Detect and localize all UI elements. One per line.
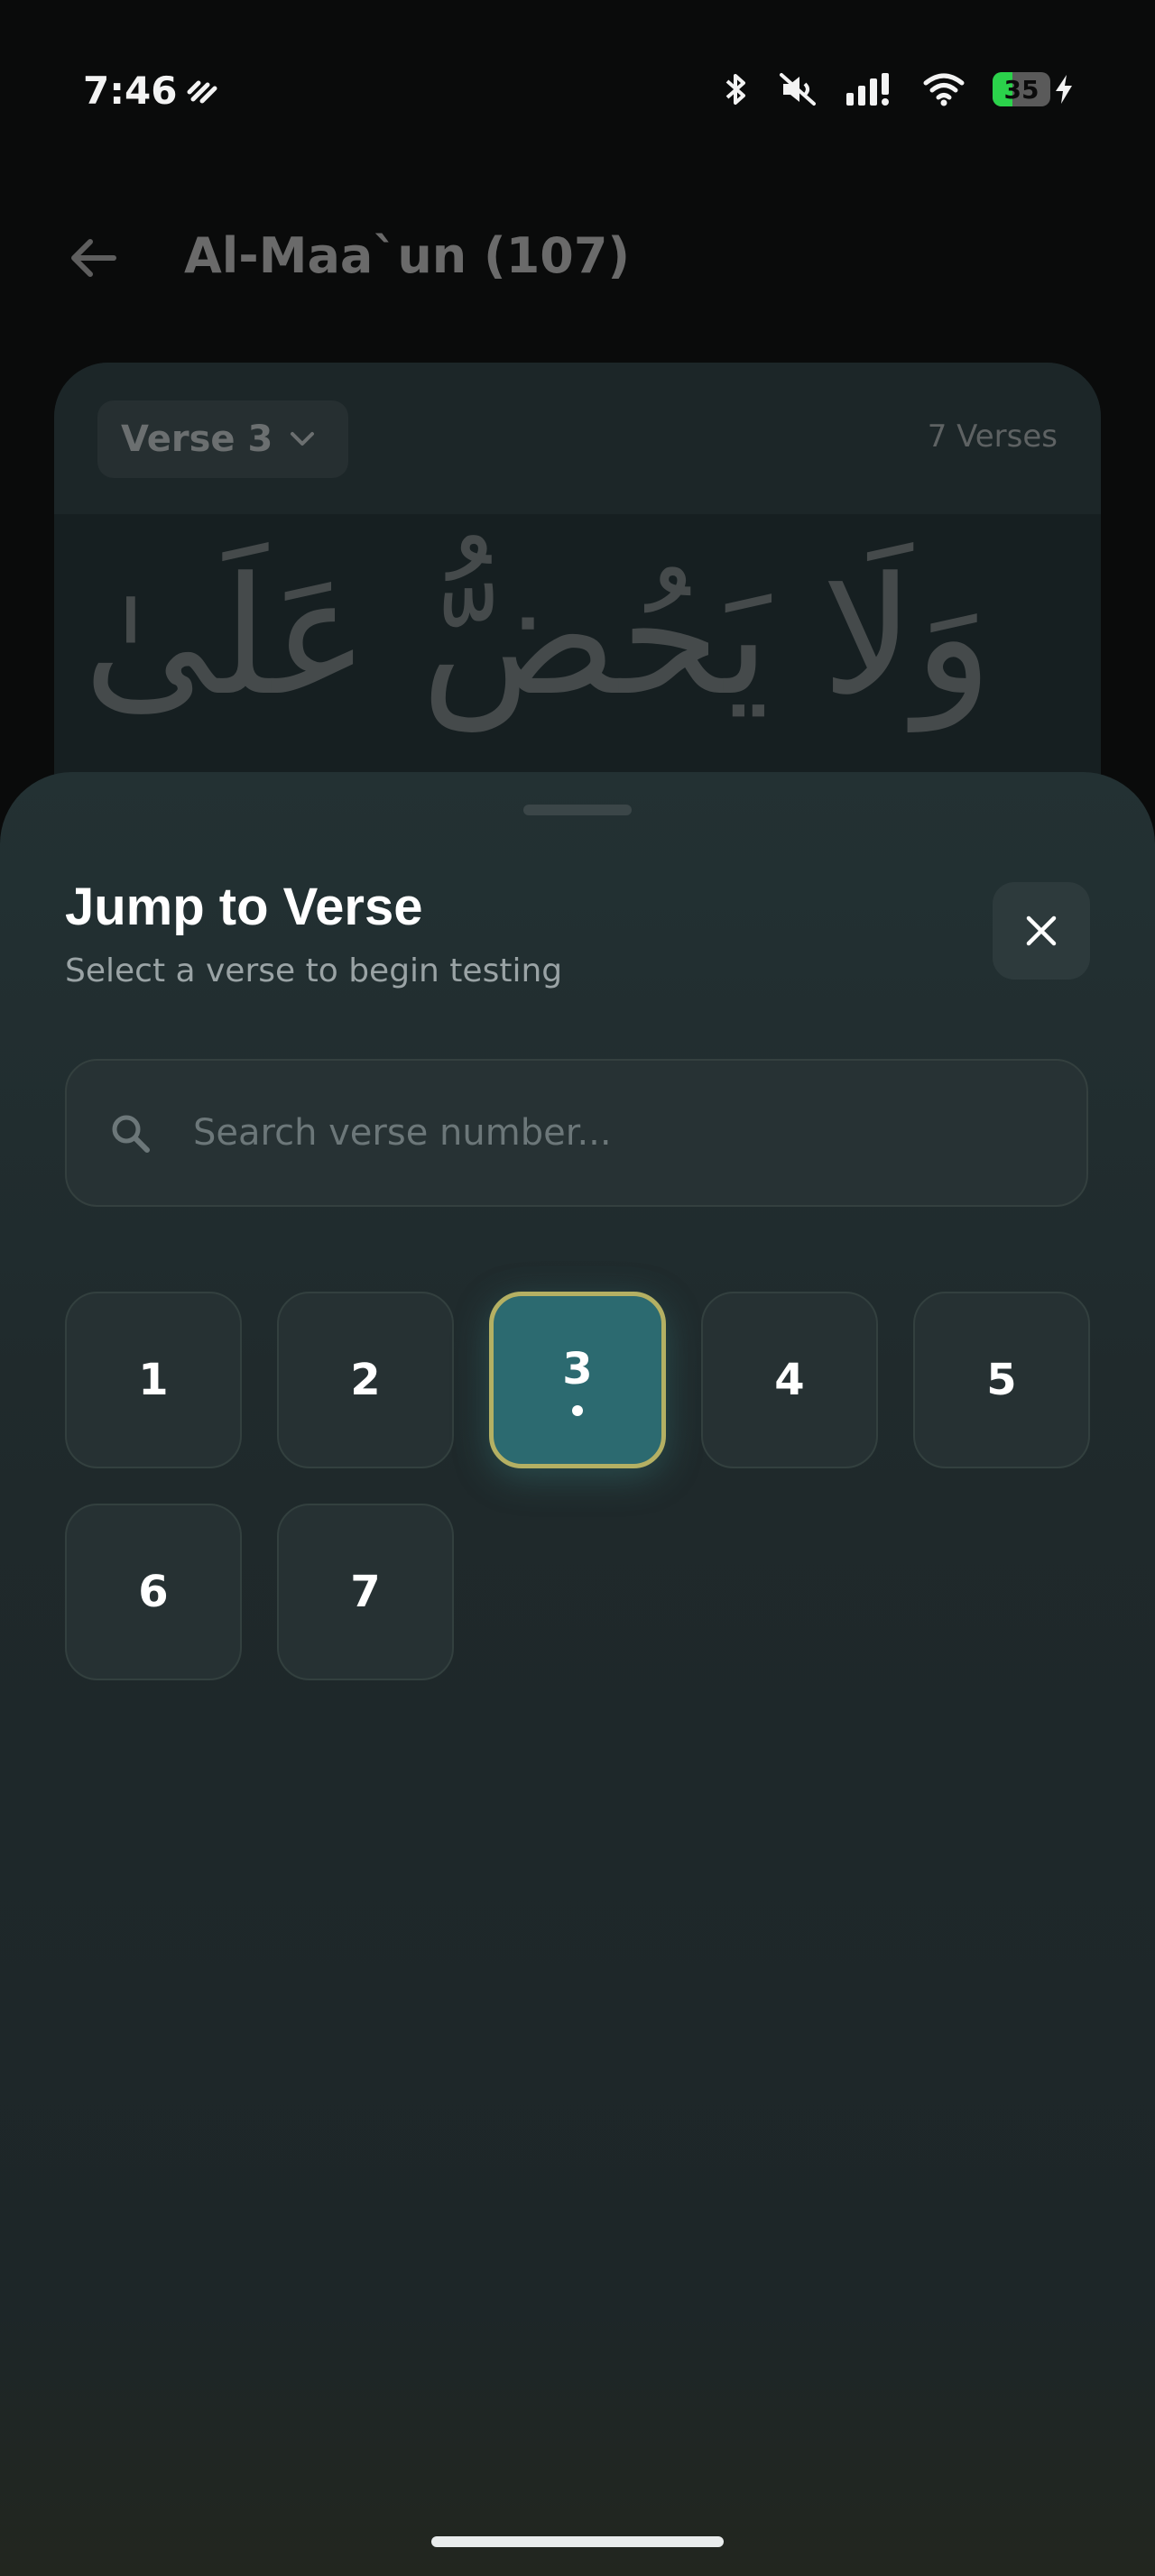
verse-tile-number: 1 [138,1355,169,1405]
search-box[interactable] [65,1059,1088,1207]
home-indicator[interactable] [431,2536,724,2547]
verse-count: 7 Verses [927,419,1058,455]
close-icon [1026,915,1057,946]
verse-tile-number: 6 [138,1567,169,1617]
sheet-grab-handle[interactable] [523,805,632,815]
verse-tile-6[interactable]: 6 [65,1504,242,1680]
verse-card-header: Verse 3 7 Verses [54,363,1101,514]
battery-level: 35 [1003,74,1040,105]
verse-tile-7[interactable]: 7 [277,1504,454,1680]
verse-selector-label: Verse 3 [121,419,273,460]
sheet-subtitle: Select a verse to begin testing [65,952,563,989]
status-icons: 35 [722,70,1074,108]
charging-icon [1056,75,1072,104]
verse-card: Verse 3 7 Verses وَلَا يَحُضُّ عَلَىٰ طَ… [54,363,1101,832]
arabic-verse-text: وَلَا يَحُضُّ عَلَىٰ طَعَامِ [54,543,993,731]
mute-icon [780,73,816,106]
verse-tile-1[interactable]: 1 [65,1292,242,1468]
wifi-icon [923,73,965,106]
battery-indicator: 35 [993,72,1074,106]
search-icon [112,1115,150,1153]
chevron-down-icon [291,432,315,446]
verse-tile-number: 5 [986,1355,1017,1405]
close-button[interactable] [993,882,1090,980]
battery-icon: 35 [993,72,1050,106]
verse-tile-4[interactable]: 4 [701,1292,878,1468]
page-title: Al-Maa`un (107) [184,227,631,284]
bluetooth-icon [725,74,745,105]
verse-selector-button[interactable]: Verse 3 [97,400,349,478]
status-time: 7:46 [83,69,178,113]
selected-indicator-dot [572,1405,583,1416]
verse-tile-number: 2 [350,1355,381,1405]
status-bar: 7:46 35 [0,0,1155,180]
sheet-title: Jump to Verse [65,878,423,936]
verse-tile-number: 4 [774,1355,805,1405]
back-arrow-icon[interactable] [67,233,121,283]
activity-icon [187,80,217,104]
verse-tile-number: 3 [562,1344,593,1394]
verse-tile-3[interactable]: 3 [489,1292,666,1468]
verse-tile-number: 7 [350,1567,381,1617]
verse-tile-5[interactable]: 5 [913,1292,1090,1468]
signal-icon [846,73,889,106]
verse-tile-2[interactable]: 2 [277,1292,454,1468]
search-input[interactable] [191,1111,1086,1155]
jump-to-verse-sheet: Jump to Verse Select a verse to begin te… [0,772,1155,2576]
